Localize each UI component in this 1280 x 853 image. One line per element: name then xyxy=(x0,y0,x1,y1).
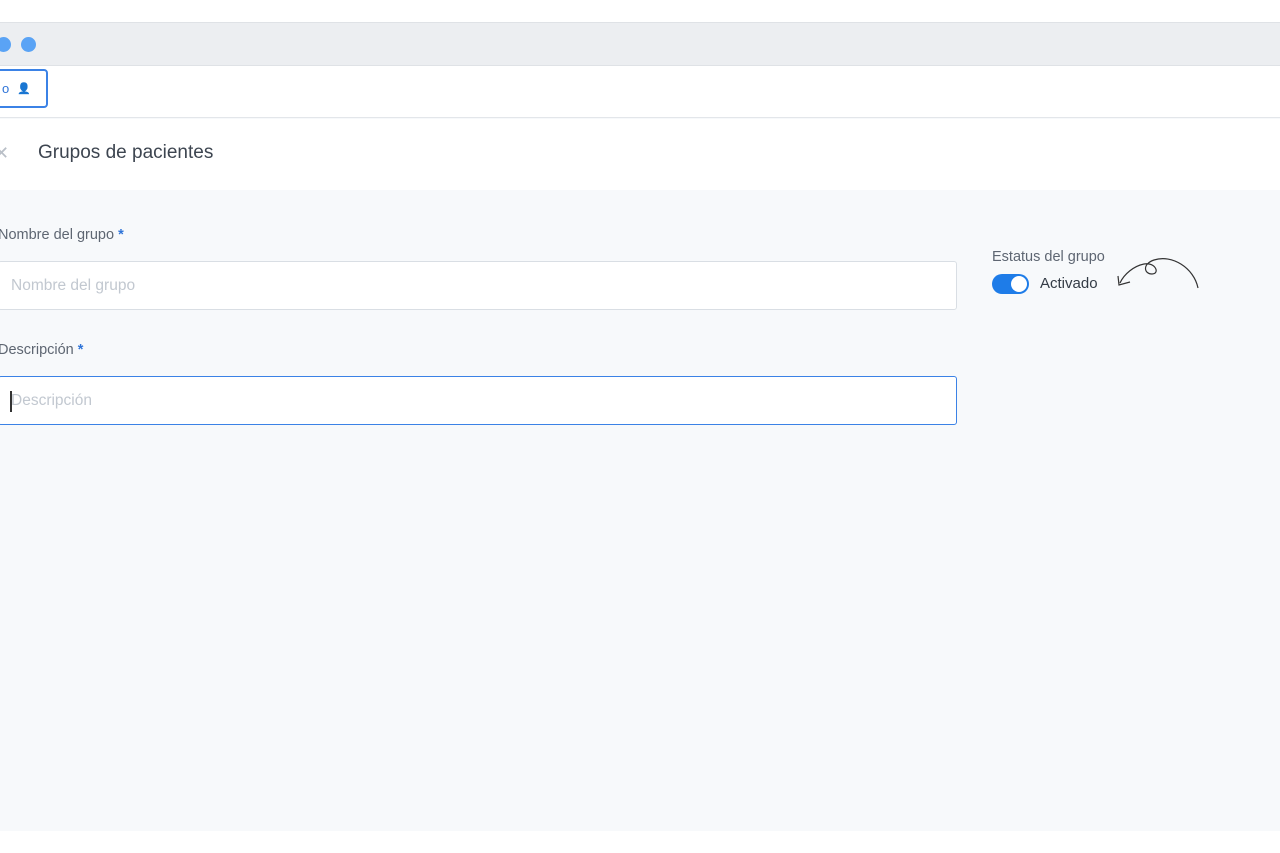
person-icon: 👤 xyxy=(17,83,31,95)
top-bar: o 👤 xyxy=(0,66,1280,118)
text-caret xyxy=(10,391,12,412)
description-input[interactable] xyxy=(11,391,956,410)
close-icon[interactable]: ✕ xyxy=(0,143,9,164)
status-toggle[interactable] xyxy=(992,274,1029,294)
description-label: Descripción * xyxy=(0,342,83,358)
page-header: ✕ Grupos de pacientes xyxy=(0,119,1280,190)
group-name-label: Nombre del grupo * xyxy=(0,227,124,243)
window-control-dot[interactable] xyxy=(0,37,11,52)
page-title: Grupos de pacientes xyxy=(38,142,214,163)
chip-text: o xyxy=(2,81,10,96)
description-label-text: Descripción xyxy=(0,342,74,358)
status-toggle-label: Activado xyxy=(1040,275,1098,292)
app-window: o 👤 ✕ Grupos de pacientes Nombre del gru… xyxy=(0,22,1280,831)
description-field[interactable] xyxy=(0,376,957,425)
group-name-input[interactable] xyxy=(11,276,956,295)
window-titlebar xyxy=(0,23,1280,66)
group-status-label: Estatus del grupo xyxy=(992,249,1105,265)
window-control-dot[interactable] xyxy=(21,37,36,52)
group-name-label-text: Nombre del grupo xyxy=(0,227,115,243)
top-chip-button[interactable]: o 👤 xyxy=(0,69,48,108)
annotation-arrow-icon xyxy=(1117,258,1199,289)
required-marker: * xyxy=(77,342,84,358)
required-marker: * xyxy=(118,227,124,243)
form-content: Nombre del grupo* Descripción* Estatus d… xyxy=(0,190,1280,831)
toggle-knob xyxy=(1011,276,1027,292)
group-name-field[interactable] xyxy=(0,261,957,310)
